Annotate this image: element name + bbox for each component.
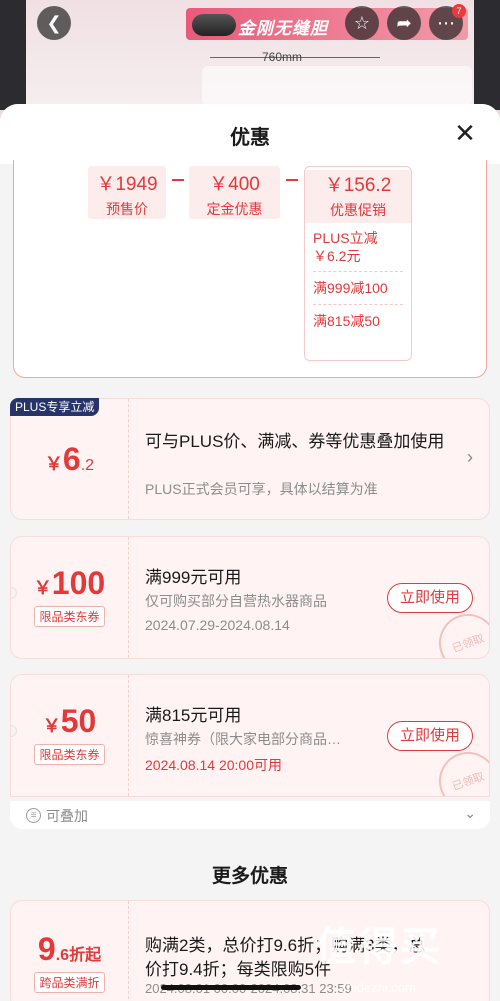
discount-rest: .6折起 — [55, 947, 102, 964]
watermark-url: zhidezhi.com — [340, 980, 416, 995]
share-button[interactable]: ➦ — [387, 6, 421, 40]
coupon-date: 2024.07.29-2024.08.14 — [145, 617, 290, 633]
close-icon: ✕ — [454, 118, 476, 148]
back-button[interactable]: ❮ — [37, 6, 71, 40]
plus-amount: ￥6.2 — [11, 441, 128, 478]
card-amount-area: 9.6折起 跨品类满折 — [11, 901, 129, 1001]
promo-amount: ￥156.2 — [324, 175, 392, 196]
chevron-left-icon: ❮ — [46, 12, 62, 33]
coupon-amount: ￥100 — [11, 565, 128, 602]
more-dots-icon: ⋯ — [437, 12, 455, 33]
presale-amount: ￥1949 — [96, 174, 158, 195]
message-badge: 7 — [452, 4, 466, 18]
discount-amount: 9.6折起 — [11, 931, 128, 968]
plus-discount-card[interactable]: ￥6.2 可与PLUS价、满减、券等优惠叠加使用 PLUS正式会员可享，具体以结… — [10, 398, 490, 520]
share-icon: ➦ — [396, 12, 412, 33]
card-amount-area: ￥50 限品类东券 — [11, 675, 129, 796]
amount-decimal: .2 — [80, 457, 95, 474]
star-icon: ☆ — [353, 12, 371, 33]
banner-text: 金刚无缝胆 — [238, 19, 328, 38]
stackable-row[interactable]: ≡ 可叠加 ⌄ — [10, 801, 490, 829]
use-now-button[interactable]: 立即使用 — [387, 583, 473, 613]
promo-label: 优惠促销 — [330, 202, 386, 218]
coupon-type-tag: 限品类东券 — [34, 606, 105, 627]
minus-sign — [172, 179, 184, 181]
presale-price-cell: ￥1949 预售价 — [88, 166, 166, 219]
deposit-discount-cell: ￥400 定金优惠 — [189, 166, 280, 219]
coupon-amount: ￥50 — [11, 703, 128, 740]
sheet-header: 优惠 ✕ — [0, 104, 500, 164]
coupon-type-tag: 限品类东券 — [34, 744, 105, 765]
promo-item-full-reduction: 满815减50 — [313, 313, 380, 329]
coupon-date: 2024.08.14 20:00可用 — [145, 757, 282, 773]
use-now-button[interactable]: 立即使用 — [387, 721, 473, 751]
card-amount-area: ￥6.2 — [11, 399, 129, 519]
amount-integer: 6 — [62, 441, 81, 477]
divider — [313, 304, 403, 305]
coupon-title: 满999元可用 — [145, 568, 242, 587]
dimension-label: 760mm — [262, 50, 303, 64]
plus-flag: PLUS专享立减 — [10, 398, 100, 416]
chevron-down-icon: ⌄ — [464, 805, 476, 821]
plus-card-desc: PLUS正式会员可享，具体以结算为准 — [145, 481, 378, 497]
deposit-amount: ￥400 — [209, 174, 260, 195]
coupon-title: 满815元可用 — [145, 706, 242, 725]
currency-symbol: ￥ — [44, 454, 63, 474]
promo-item-full-reduction: 满999减100 — [313, 280, 388, 296]
promo-header: ￥156.2 优惠促销 — [305, 170, 411, 223]
close-button[interactable]: ✕ — [452, 120, 478, 146]
claimed-stamp: 已领取 — [430, 743, 489, 796]
divider — [313, 271, 403, 272]
backdrop-edge-right — [474, 0, 500, 110]
promo-item-text: PLUS立减 — [313, 230, 378, 246]
coupon-card-50: ￥50 限品类东券 满815元可用 惊喜神券（限大家电部分商品… 2024.08… — [10, 674, 490, 797]
discount-sheet: 优惠 ✕ ￥1949 预售价 ￥400 定金优惠 ￥156.2 优惠促销 PLU… — [0, 104, 500, 1001]
product-image-panel — [202, 66, 472, 106]
promo-item-text: ￥6.2元 — [313, 248, 361, 264]
price-breakdown: ￥1949 预售价 ￥400 定金优惠 ￥156.2 优惠促销 PLUS立减 ￥… — [13, 160, 487, 378]
favorite-button[interactable]: ☆ — [345, 6, 379, 40]
water-heater-image — [192, 14, 236, 36]
coupon-card-100: ￥100 限品类东券 满999元可用 仅可购买部分自营热水器商品 2024.07… — [10, 536, 490, 659]
promo-cell: ￥156.2 优惠促销 PLUS立减 ￥6.2元 满999减100 满815减5… — [304, 166, 412, 361]
discount-integer: 9 — [37, 931, 56, 967]
stack-icon: ≡ — [26, 808, 41, 823]
coupon-desc: 仅可购买部分自营热水器商品 — [145, 593, 327, 609]
stackable-label: 可叠加 — [46, 808, 88, 824]
discount-type-tag: 跨品类满折 — [34, 972, 105, 993]
backdrop-edge-left — [0, 0, 26, 110]
amount-value: 50 — [60, 703, 97, 739]
home-indicator — [161, 985, 301, 990]
more-discounts-title: 更多优惠 — [211, 866, 288, 887]
coupon-desc: 惊喜神券（限大家电部分商品… — [145, 731, 341, 747]
chevron-right-icon: › — [467, 447, 473, 467]
plus-card-title: 可与PLUS价、满减、券等优惠叠加使用 — [145, 432, 445, 451]
currency-symbol: ￥ — [42, 716, 61, 736]
minus-sign — [286, 179, 298, 181]
presale-label: 预售价 — [106, 201, 148, 217]
amount-value: 100 — [51, 565, 106, 601]
currency-symbol: ￥ — [33, 578, 52, 598]
claimed-stamp: 已领取 — [430, 605, 489, 658]
sheet-title: 优惠 — [230, 127, 270, 149]
promo-item-plus: PLUS立减 ￥6.2元 — [305, 229, 411, 265]
card-amount-area: ￥100 限品类东券 — [11, 537, 129, 658]
deposit-label: 定金优惠 — [206, 201, 263, 217]
